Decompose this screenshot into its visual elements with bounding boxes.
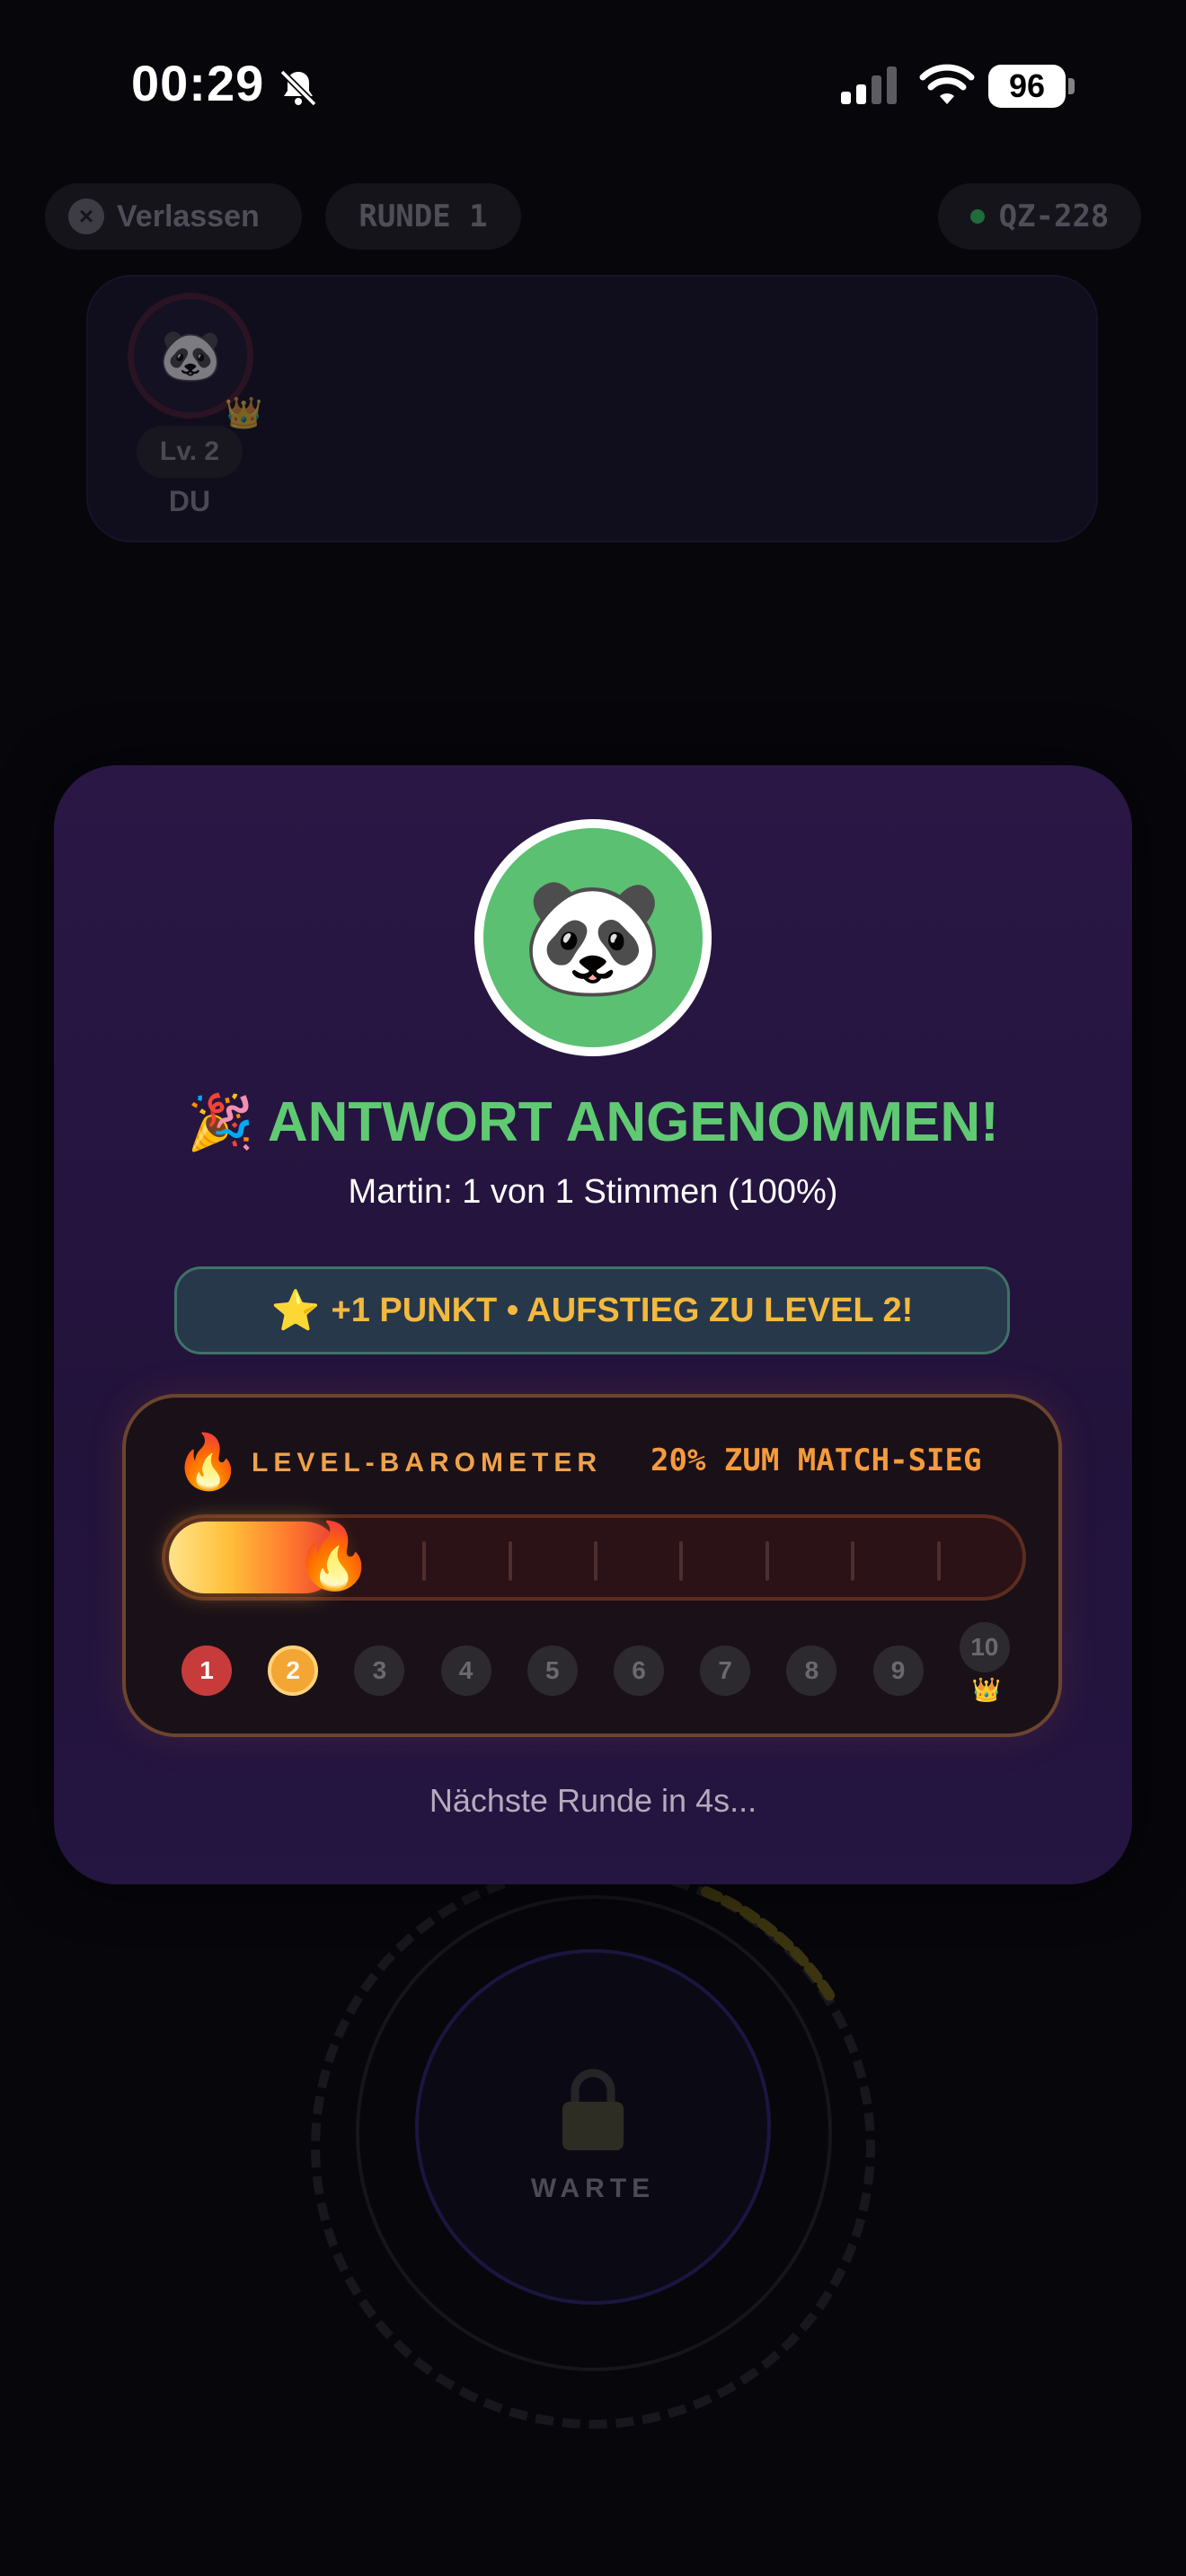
vote-result-text: Martin: 1 von 1 Stimmen (100%)	[348, 1173, 838, 1211]
close-icon: ×	[68, 198, 104, 234]
level-marker-2: 2	[268, 1645, 319, 1696]
room-code-badge: QZ-228	[938, 183, 1141, 250]
party-popper-icon: 🎉	[187, 1092, 254, 1152]
level-tick	[679, 1541, 684, 1581]
level-marker-5: 5	[527, 1645, 578, 1696]
wait-label: WARTE	[530, 2174, 656, 2203]
lock-icon	[562, 2069, 624, 2150]
level-marker-1: 1	[181, 1645, 232, 1696]
panda-avatar-icon: 🐼	[483, 828, 703, 1047]
online-status-dot	[969, 209, 985, 224]
level-markers: 1 2 3 4 5 6 7 8 9 10 👑	[126, 1622, 1066, 1723]
level-marker-3: 3	[354, 1645, 405, 1696]
level-tick	[422, 1541, 427, 1581]
progress-flame-icon: 🔥	[293, 1521, 375, 1592]
level-marker-10: 10	[959, 1622, 1010, 1672]
level-marker-4: 4	[440, 1645, 491, 1696]
player-level-badge: Lv. 2	[137, 426, 243, 478]
level-tick	[765, 1541, 769, 1581]
level-barometer: 🔥 LEVEL-BAROMETER 20% ZUM MATCH-SIEG 🔥 1…	[122, 1394, 1062, 1737]
modal-title-text: ANTWORT ANGENOMMEN!	[267, 1091, 999, 1153]
answer-accepted-modal: 🐼 🎉 ANTWORT ANGENOMMEN! Martin: 1 von 1 …	[54, 765, 1132, 1884]
level-marker-9: 9	[872, 1645, 924, 1696]
winner-avatar: 🐼	[474, 819, 712, 1056]
points-text: +1 PUNKT • AUFSTIEG ZU LEVEL 2!	[331, 1291, 914, 1329]
leave-button[interactable]: × Verlassen	[45, 183, 302, 250]
level-marker-7: 7	[700, 1645, 751, 1696]
level-tick	[594, 1541, 597, 1581]
leave-label: Verlassen	[117, 198, 260, 234]
level-marker-8: 8	[786, 1645, 837, 1696]
match-progress-text: 20% ZUM MATCH-SIEG	[651, 1442, 982, 1478]
level-progress-track: 🔥	[162, 1514, 1026, 1601]
round-badge: RUNDE 1	[325, 183, 521, 250]
points-badge: ⭐ +1 PUNKT • AUFSTIEG ZU LEVEL 2!	[174, 1266, 1010, 1354]
crown-icon: 👑	[971, 1676, 1002, 1703]
modal-title: 🎉 ANTWORT ANGENOMMEN!	[54, 1090, 1132, 1154]
next-round-countdown: Nächste Runde in 4s...	[429, 1782, 757, 1819]
level-marker-6: 6	[614, 1645, 664, 1696]
level-tick	[851, 1541, 855, 1581]
fire-icon: 🔥	[174, 1432, 242, 1492]
star-icon: ⭐	[270, 1289, 321, 1333]
room-code: QZ-228	[998, 198, 1110, 234]
crown-icon: 👑	[225, 396, 263, 430]
level-tick	[936, 1541, 941, 1581]
barometer-label: LEVEL-BAROMETER	[252, 1448, 602, 1478]
player-name: DU	[168, 485, 211, 517]
level-tick	[508, 1541, 512, 1581]
